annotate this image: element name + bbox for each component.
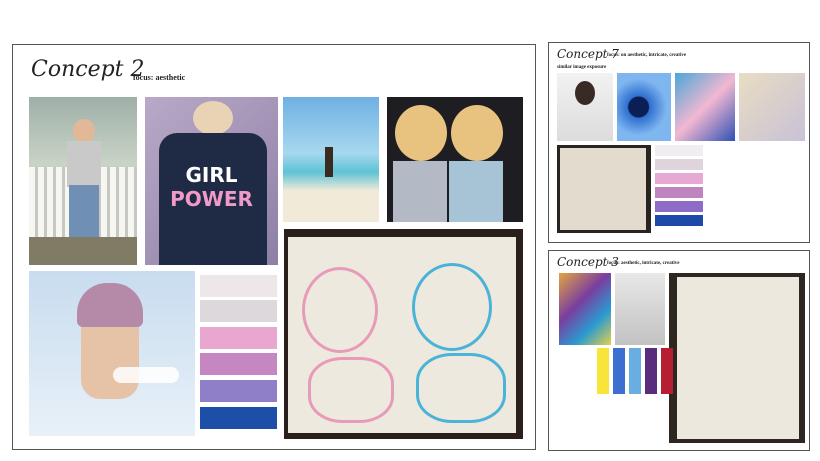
sketch-page-photo xyxy=(557,145,651,233)
palette-swatch-6 xyxy=(200,407,277,429)
concept-7-board: Concept 7 focus: on aesthetic, intricate… xyxy=(548,42,810,243)
board-title: Concept 2 xyxy=(31,57,145,82)
woman-sketch-photo xyxy=(615,273,665,345)
blue-eye-photo xyxy=(617,73,671,141)
palette-swatch-5 xyxy=(655,201,703,212)
girl-fence-photo xyxy=(29,97,137,265)
palette-swatch-4 xyxy=(655,187,703,198)
board-focus: focus: aesthetic, intricate, creative xyxy=(607,261,680,266)
palette-swatch-2 xyxy=(613,348,625,394)
girl-power-jacket-photo: GIRL POWER xyxy=(145,97,278,265)
concept-3-board: Concept 3 focus: aesthetic, intricate, c… xyxy=(548,250,810,451)
palette-swatch-4 xyxy=(645,348,657,394)
colorful-art-photo xyxy=(559,273,611,345)
palette-swatch-2 xyxy=(200,300,277,322)
palette-swatch-3 xyxy=(200,327,277,349)
palette-swatch-6 xyxy=(655,215,703,226)
bandana-girl-photo xyxy=(29,271,195,436)
sketchbook-drawing-photo xyxy=(284,229,523,439)
palette-swatch-4 xyxy=(200,353,277,375)
concept-2-board: Concept 2 focus: aesthetic GIRL POWER xyxy=(12,44,536,450)
palette-swatch-2 xyxy=(655,159,703,170)
palette-swatch-1 xyxy=(200,275,277,297)
board-focus: focus: aesthetic xyxy=(133,73,186,82)
palette-swatch-5 xyxy=(200,380,277,402)
twins-sunglasses-photo xyxy=(387,97,523,222)
sketchbook-page-photo xyxy=(669,273,805,443)
beach-photo xyxy=(283,97,379,222)
board-focus: focus: on aesthetic, intricate, creative xyxy=(607,53,687,58)
board-subtitle: similar image exposure xyxy=(557,65,607,70)
palette-swatch-3 xyxy=(655,173,703,184)
palette-swatch-1 xyxy=(597,348,609,394)
palette-swatch-5 xyxy=(661,348,673,394)
palette-swatch-1 xyxy=(655,145,703,156)
palette-swatch-3 xyxy=(629,348,641,394)
sketch-portrait-photo xyxy=(739,73,805,141)
portrait-photo xyxy=(557,73,613,141)
paint-swirl-photo xyxy=(675,73,735,141)
